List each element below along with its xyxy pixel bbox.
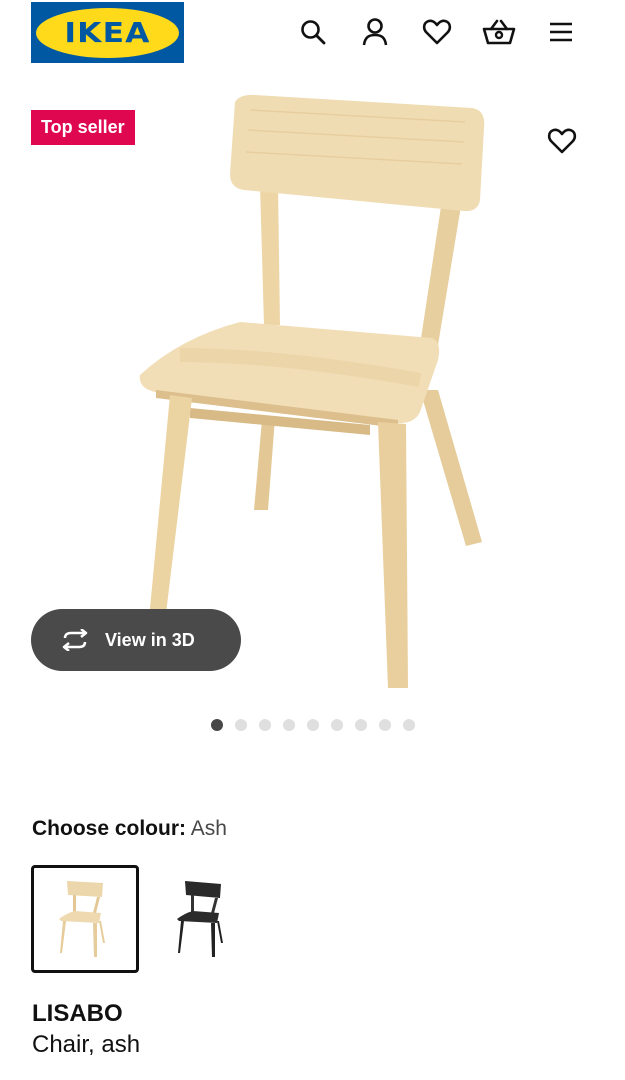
selected-colour-value: Ash — [190, 817, 227, 840]
gallery-pagination — [0, 719, 625, 735]
heart-icon — [547, 128, 577, 154]
ikea-logo[interactable]: IKEA — [31, 2, 184, 63]
add-to-favourites-button[interactable] — [540, 122, 584, 160]
choose-colour-row: Choose colour: Ash — [32, 817, 227, 841]
gallery-dot[interactable] — [258, 719, 271, 731]
menu-icon[interactable] — [543, 14, 579, 50]
colour-swatch-ash[interactable] — [31, 865, 139, 973]
chair-black-thumbnail — [177, 881, 223, 957]
gallery-dot[interactable] — [282, 719, 295, 731]
gallery-dot[interactable] — [234, 719, 247, 731]
gallery-dot[interactable] — [378, 719, 391, 731]
favourites-icon[interactable] — [419, 14, 455, 50]
gallery-dot[interactable] — [210, 719, 223, 731]
gallery-dot[interactable] — [402, 719, 415, 731]
gallery-dot[interactable] — [330, 719, 343, 731]
view-in-3d-button[interactable]: View in 3D — [31, 609, 241, 671]
account-icon[interactable] — [357, 14, 393, 50]
gallery-dot[interactable] — [354, 719, 367, 731]
site-header: IKEA — [0, 0, 625, 66]
view-in-3d-label: View in 3D — [105, 629, 195, 650]
colour-swatch-black[interactable] — [147, 865, 255, 973]
logo-text: IKEA — [64, 16, 151, 49]
logo-oval: IKEA — [36, 7, 179, 58]
product-description: Chair, ash — [32, 1031, 141, 1058]
search-icon[interactable] — [295, 14, 331, 50]
choose-colour-label: Choose colour: — [32, 817, 187, 840]
gallery-dot[interactable] — [306, 719, 319, 731]
chair-ash-thumbnail — [59, 881, 105, 957]
rotate-3d-icon — [62, 629, 88, 651]
basket-icon[interactable] — [481, 14, 517, 50]
product-name: LISABO — [32, 1000, 123, 1027]
